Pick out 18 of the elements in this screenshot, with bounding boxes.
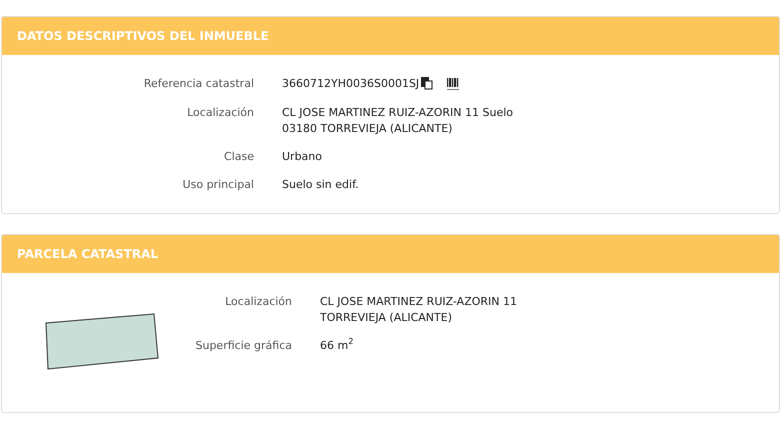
- field-value: 3660712YH0036S0001SJ: [282, 76, 420, 92]
- field-label: Uso principal: [182, 178, 254, 191]
- section-title: PARCELA CATASTRAL: [17, 246, 158, 262]
- field-value: 66 m$^{2}$: [320, 338, 354, 354]
- section-title: DATOS DESCRIPTIVOS DEL INMUEBLE: [17, 28, 269, 45]
- field-label: Localización: [225, 294, 292, 308]
- field-value: Suelo sin edif.: [282, 177, 359, 193]
- field-value: CL JOSE MARTINEZ RUIZ-AZORIN 11: [320, 294, 518, 310]
- field-value: CL JOSE MARTINEZ RUIZ-AZORIN 11 Suelo: [282, 104, 514, 120]
- barcode-icon[interactable]: [447, 78, 460, 90]
- field-value: TORREVIEJA (ALICANTE): [320, 310, 453, 326]
- field-label: Clase: [224, 150, 254, 162]
- field-label: Referencia catastral: [144, 77, 254, 90]
- field-value: 03180 TORREVIEJA (ALICANTE): [282, 120, 454, 136]
- field-label: Localización: [187, 106, 254, 118]
- copy-icon[interactable]: [421, 77, 434, 90]
- field-label: Superficie gráfica: [196, 338, 292, 352]
- field-value: Urbano: [282, 148, 322, 164]
